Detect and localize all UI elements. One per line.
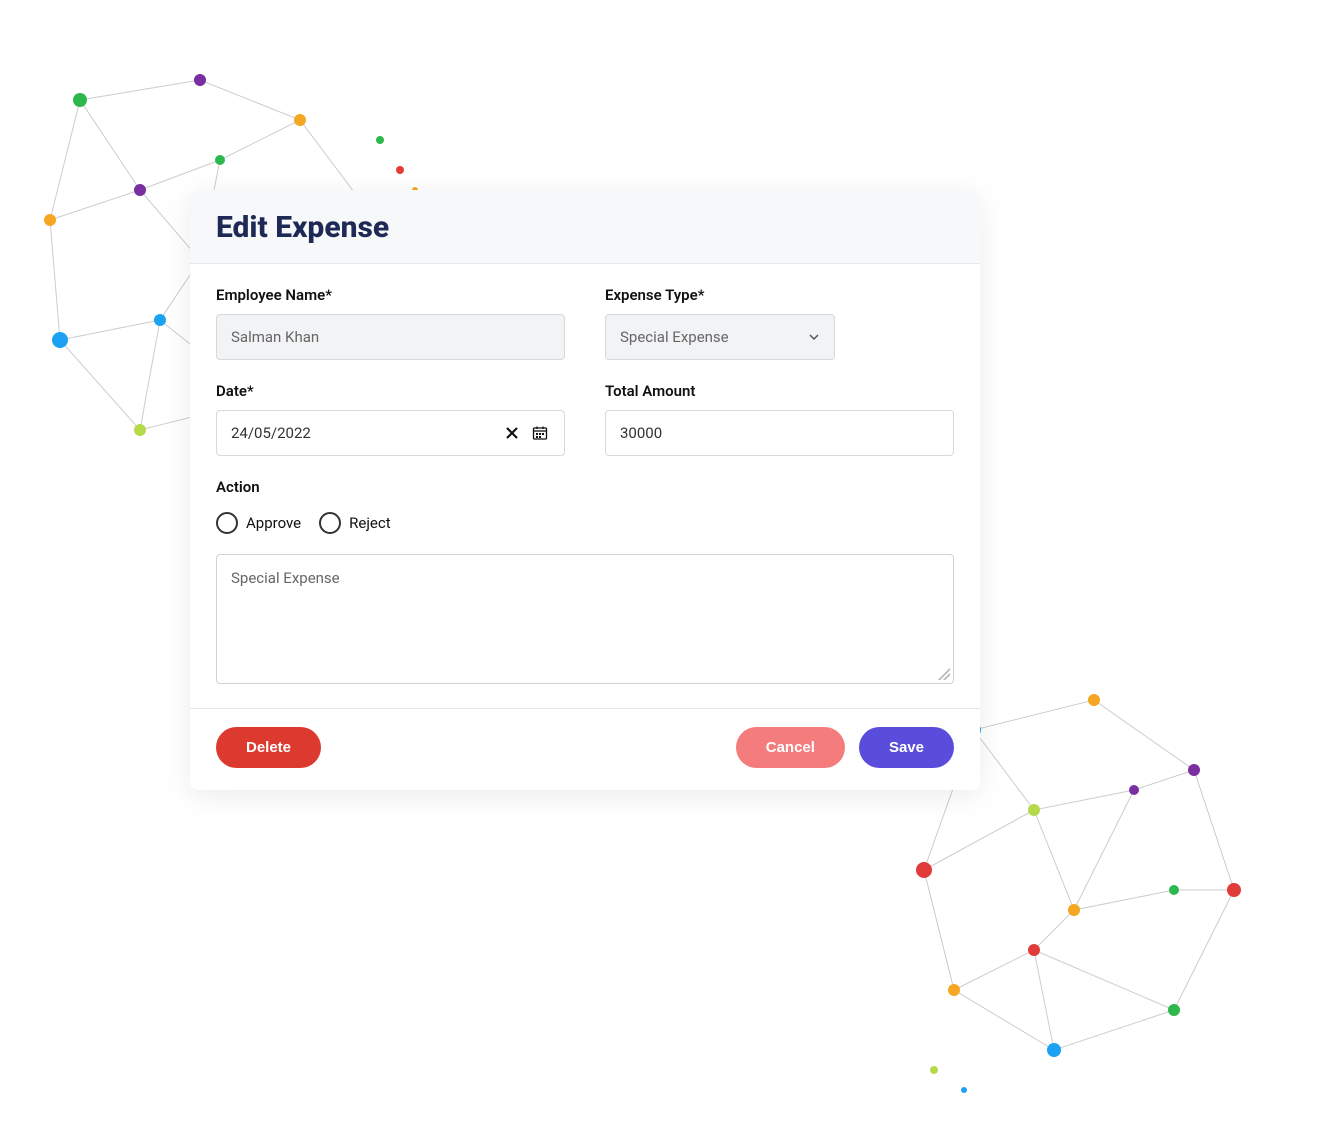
modal-footer: Delete Cancel Save — [190, 708, 980, 790]
date-label: Date* — [216, 382, 565, 400]
notes-textarea[interactable]: Special Expense — [216, 554, 954, 684]
modal-header: Edit Expense — [190, 190, 980, 264]
date-input[interactable]: 24/05/2022 — [216, 410, 565, 456]
expense-type-select[interactable]: Special Expense — [605, 314, 835, 360]
total-amount-input[interactable]: 30000 — [605, 410, 954, 456]
calendar-icon[interactable] — [530, 423, 550, 443]
employee-name-group: Employee Name* Salman Khan — [216, 286, 565, 360]
radio-icon — [216, 512, 238, 534]
chevron-down-icon — [808, 331, 820, 343]
expense-type-group: Expense Type* Special Expense — [605, 286, 954, 360]
radio-icon — [319, 512, 341, 534]
modal-body: Employee Name* Salman Khan Expense Type*… — [190, 264, 980, 708]
modal-title: Edit Expense — [216, 210, 954, 245]
approve-radio[interactable]: Approve — [216, 512, 301, 534]
employee-name-label: Employee Name* — [216, 286, 565, 304]
cancel-button[interactable]: Cancel — [736, 727, 845, 768]
edit-expense-modal: Edit Expense Employee Name* Salman Khan … — [190, 190, 980, 790]
date-group: Date* 24/05/2022 — [216, 382, 565, 456]
save-button[interactable]: Save — [859, 727, 954, 768]
action-group: Action Approve Reject — [216, 478, 954, 554]
clear-date-icon[interactable] — [502, 423, 522, 443]
total-amount-label: Total Amount — [605, 382, 954, 400]
reject-radio[interactable]: Reject — [319, 512, 391, 534]
employee-name-input[interactable]: Salman Khan — [216, 314, 565, 360]
delete-button[interactable]: Delete — [216, 727, 321, 768]
resize-handle-icon[interactable] — [938, 668, 950, 680]
total-amount-group: Total Amount 30000 — [605, 382, 954, 456]
expense-type-label: Expense Type* — [605, 286, 954, 304]
action-label: Action — [216, 478, 954, 496]
